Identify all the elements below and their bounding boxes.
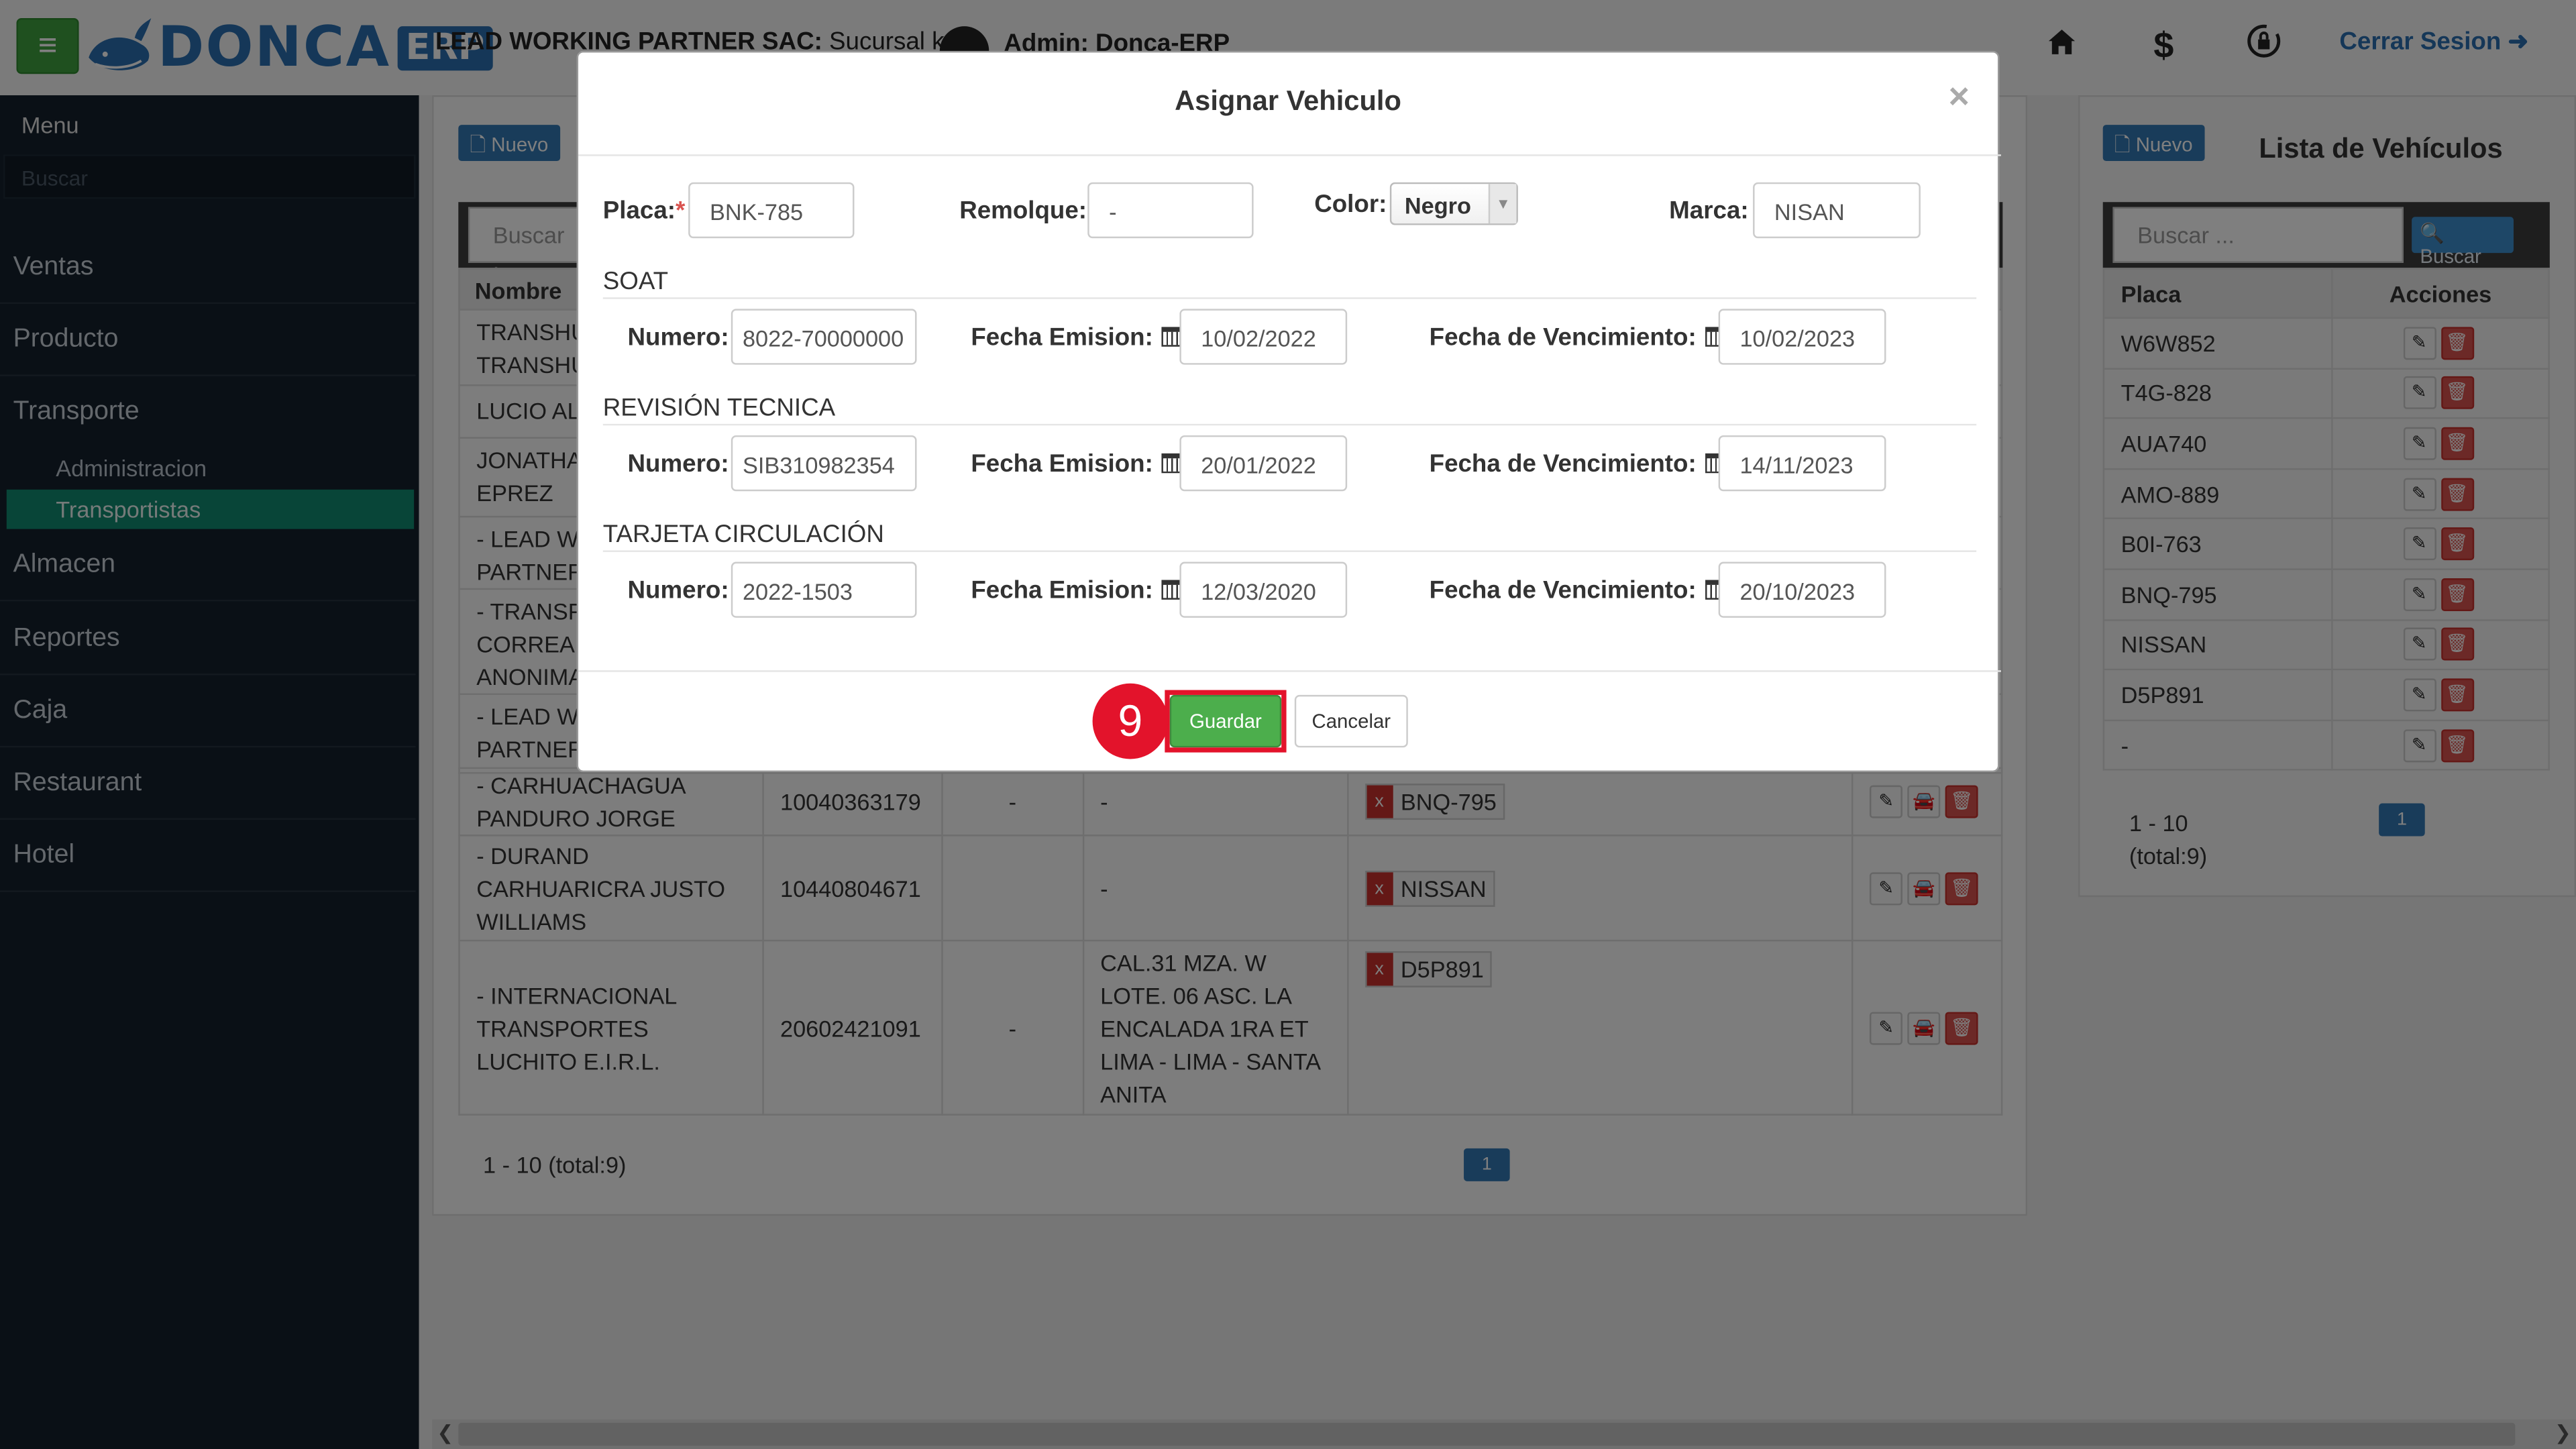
soat-numero-input[interactable]: 8022-70000000 [731,309,917,365]
calendar-icon [1161,327,1181,347]
chevron-down-icon: ▼ [1488,184,1517,224]
soat-vencimiento-input[interactable]: 10/02/2023 [1718,309,1886,365]
soat-section-title: SOAT [602,268,669,296]
tarjeta-vencimiento-label: Fecha de Vencimiento: [1429,576,1725,605]
color-label: Color: [1314,191,1387,219]
soat-emision-label-text: Fecha Emision: [971,323,1153,352]
section-divider [602,423,1977,426]
modal-footer-divider [578,670,2001,672]
app-root: ≡ DONCA ERP LEAD WORKING PARTNER SAC: Su… [0,0,2576,1449]
asignar-vehiculo-modal: Asignar Vehiculo × Placa:* BNK-785 Remol… [576,50,2001,773]
close-icon[interactable]: × [1949,76,1970,119]
placa-input[interactable]: BNK-785 [688,182,855,239]
revision-numero-input[interactable]: SIB310982354 [731,435,917,492]
remolque-input[interactable]: - [1087,182,1254,239]
cancelar-button[interactable]: Cancelar [1294,694,1408,748]
revision-emision-label: Fecha Emision: [971,450,1181,478]
soat-numero-label: Numero: [627,323,729,352]
tarjeta-emision-label-text: Fecha Emision: [971,576,1153,605]
remolque-label: Remolque: [959,197,1087,225]
revision-vencimiento-input[interactable]: 14/11/2023 [1718,435,1886,492]
soat-vencimiento-label: Fecha de Vencimiento: [1430,323,1725,352]
revision-numero-label: Numero: [627,450,729,478]
soat-emision-label: Fecha Emision: [971,323,1181,352]
calendar-icon [1161,580,1181,600]
tarjeta-numero-input[interactable]: 2022-1503 [731,561,917,618]
tarjeta-numero-label: Numero: [627,576,729,605]
revision-vencimiento-label: Fecha de Vencimiento: [1430,450,1725,478]
step-badge: 9 [1092,683,1169,759]
calendar-icon [1161,453,1181,474]
revision-section-title: REVISIÓN TECNICA [602,394,836,423]
placa-label-text: Placa: [602,197,676,225]
marca-input[interactable]: NISAN [1753,182,1921,239]
modal-divider [578,154,2001,156]
color-value: Negro [1404,192,1471,219]
revision-vencimiento-label-text: Fecha de Vencimiento: [1429,450,1697,478]
tarjeta-section-title: TARJETA CIRCULACIÓN [602,521,884,549]
marca-label: Marca: [1669,197,1749,225]
tarjeta-emision-label: Fecha Emision: [971,576,1181,605]
section-divider [602,297,1977,299]
tarjeta-vencimiento-label-text: Fecha de Vencimiento: [1429,576,1697,605]
modal-title: Asignar Vehiculo [1175,85,1401,117]
revision-emision-label-text: Fecha Emision: [971,450,1153,478]
section-divider [602,550,1977,552]
tarjeta-vencimiento-input[interactable]: 20/10/2023 [1718,561,1886,618]
tarjeta-emision-input[interactable]: 12/03/2020 [1179,561,1348,618]
soat-emision-input[interactable]: 10/02/2022 [1179,309,1348,365]
required-marker: * [676,197,686,225]
highlight-box [1165,690,1287,753]
revision-emision-input[interactable]: 20/01/2022 [1179,435,1348,492]
placa-label: Placa:* [603,197,686,225]
soat-vencimiento-label-text: Fecha de Vencimiento: [1429,323,1697,352]
color-select[interactable]: Negro ▼ [1389,182,1518,225]
